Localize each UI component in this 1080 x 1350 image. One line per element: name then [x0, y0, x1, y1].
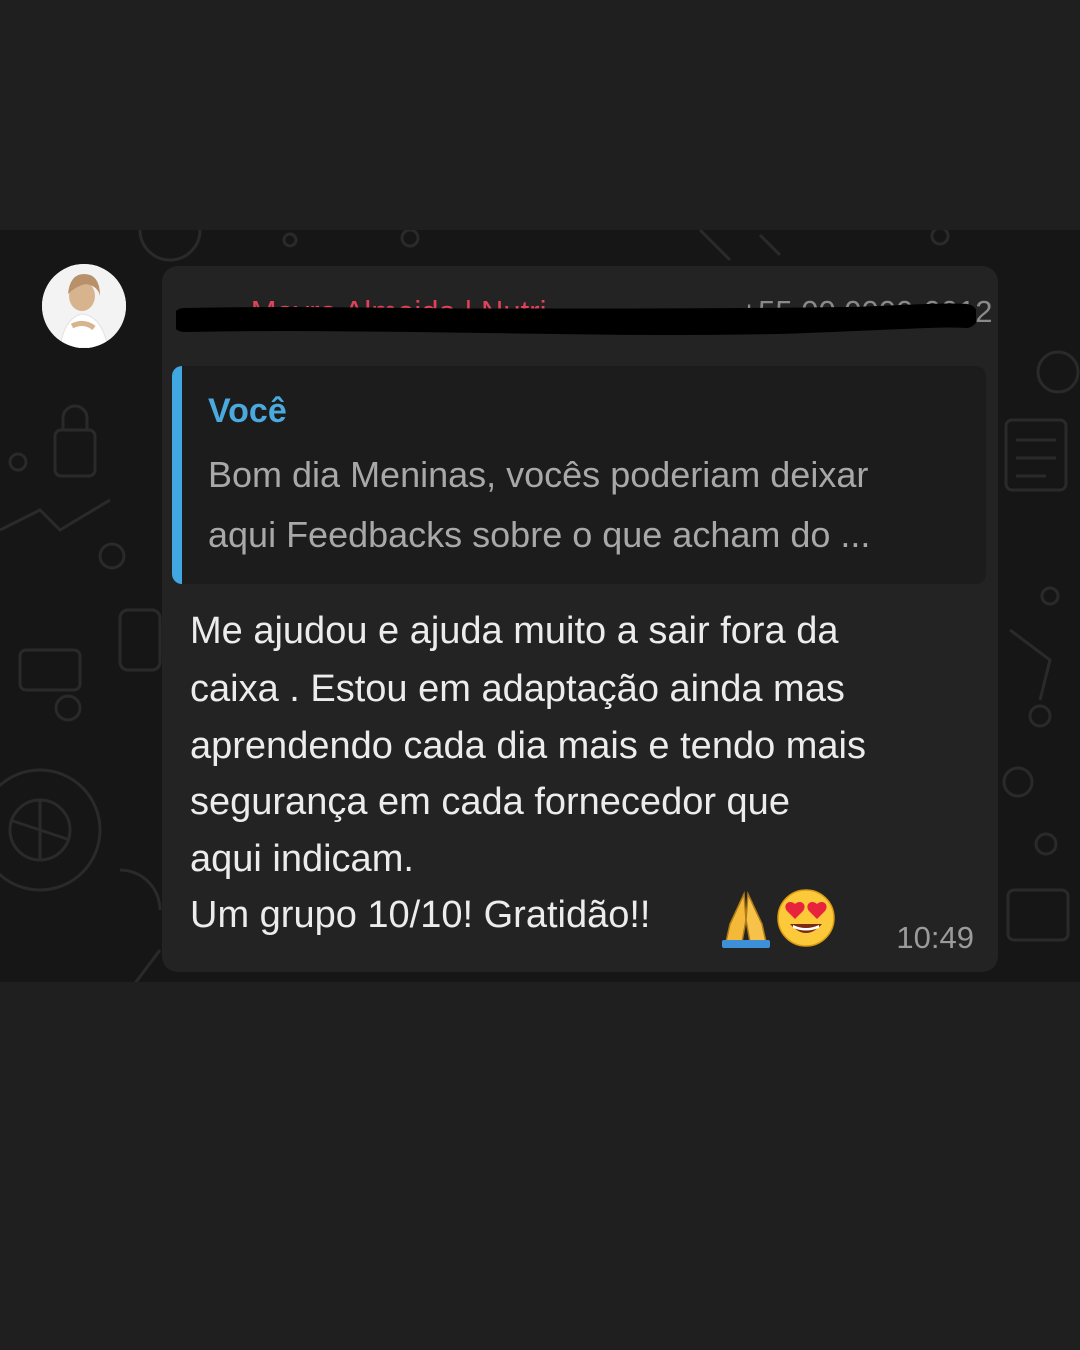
avatar-photo [42, 264, 126, 348]
quote-text-line: Bom dia Meninas, vocês poderiam deixar [208, 454, 869, 495]
quote-author: Você [208, 392, 287, 430]
redaction-scribble [176, 303, 976, 335]
message-text-line: aqui indicam. [190, 838, 414, 880]
quote-text-line: aqui Feedbacks sobre o que acham do ... [208, 514, 871, 555]
message-bubble[interactable]: ~ Mayra Almeida | Nutri +55 00 0000-0012… [162, 266, 998, 972]
message-text-line: aprendendo cada dia mais e tendo mais [190, 725, 867, 767]
heart-eyes-face-icon [777, 889, 835, 947]
folded-hands-icon [722, 891, 770, 948]
message-text-line: Me ajudou e ajuda muito a sair fora da [190, 610, 839, 652]
message-text-line: Um grupo 10/10! Gratidão!! [190, 894, 651, 936]
sender-avatar[interactable] [42, 264, 126, 348]
quoted-message[interactable]: Você Bom dia Meninas, vocês poderiam dei… [172, 366, 986, 584]
message-text-line: segurança em cada fornecedor que [190, 781, 790, 823]
message-text-line: caixa . Estou em adaptação ainda mas [190, 668, 845, 710]
emoji-group [720, 889, 840, 950]
message-timestamp: 10:49 [896, 920, 974, 955]
quote-accent-bar [172, 366, 182, 584]
screenshot-page: ~ Mayra Almeida | Nutri +55 00 0000-0012… [0, 0, 1080, 1350]
